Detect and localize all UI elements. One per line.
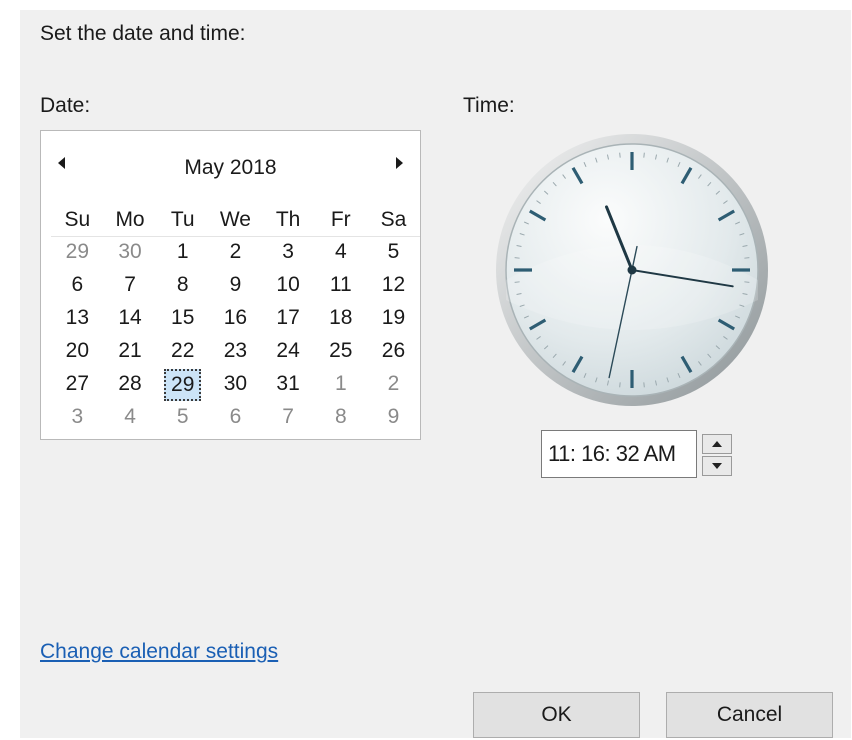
weekday-header: Su bbox=[64, 208, 91, 231]
calendar-week-row: 20 21 22 23 24 25 26 bbox=[51, 335, 420, 367]
minute-tick bbox=[619, 152, 621, 158]
analog-clock bbox=[496, 134, 768, 406]
calendar-day[interactable]: 19 bbox=[367, 302, 420, 334]
weekday-header: Mo bbox=[115, 208, 145, 231]
calendar-day[interactable]: 17 bbox=[262, 302, 315, 334]
weekday-header: Fr bbox=[330, 208, 351, 231]
calendar-day[interactable]: 25 bbox=[314, 335, 367, 367]
ok-button[interactable]: OK bbox=[473, 692, 640, 738]
weekday-header: Th bbox=[275, 208, 301, 231]
calendar-day[interactable]: 3 bbox=[262, 236, 315, 268]
calendar-day[interactable]: 5 bbox=[367, 236, 420, 268]
calendar-day[interactable]: 23 bbox=[209, 335, 262, 367]
calendar-week-row: 29 30 1 2 3 4 5 bbox=[51, 236, 420, 268]
calendar-day[interactable]: 16 bbox=[209, 302, 262, 334]
minute-tick bbox=[643, 382, 645, 388]
calendar-day[interactable]: 21 bbox=[104, 335, 157, 367]
calendar-day[interactable]: 9 bbox=[367, 401, 420, 433]
time-decrease-button[interactable] bbox=[702, 456, 732, 476]
calendar-day[interactable]: 5 bbox=[156, 401, 209, 433]
calendar-day[interactable]: 8 bbox=[156, 269, 209, 301]
calendar-day[interactable]: 20 bbox=[51, 335, 104, 367]
calendar-day[interactable]: 30 bbox=[104, 236, 157, 268]
change-calendar-settings-link[interactable]: Change calendar settings bbox=[40, 640, 278, 664]
calendar-day[interactable]: 4 bbox=[104, 401, 157, 433]
dialog-heading: Set the date and time: bbox=[40, 22, 246, 45]
weekday-header-row: Su Mo Tu We Th Fr Sa bbox=[51, 204, 420, 237]
date-time-dialog: Set the date and time: Date: Time: May 2… bbox=[20, 10, 851, 738]
clock-center bbox=[627, 265, 637, 275]
time-increase-button[interactable] bbox=[702, 434, 732, 454]
down-arrow-icon bbox=[712, 463, 722, 469]
minute-tick bbox=[744, 281, 750, 283]
calendar-header: May 2018 bbox=[41, 131, 420, 191]
calendar-day[interactable]: 31 bbox=[262, 368, 315, 402]
calendar-day[interactable]: 2 bbox=[209, 236, 262, 268]
calendar-day[interactable]: 7 bbox=[104, 269, 157, 301]
calendar-week-row: 3456789 bbox=[51, 401, 420, 433]
calendar-day[interactable]: 7 bbox=[262, 401, 315, 433]
calendar-day[interactable]: 18 bbox=[314, 302, 367, 334]
calendar-day[interactable]: 24 bbox=[262, 335, 315, 367]
calendar-day[interactable]: 29 bbox=[51, 236, 104, 268]
calendar-week-row: 27 28 29 30 31 1 2 bbox=[51, 368, 420, 402]
weekday-header: Tu bbox=[170, 208, 195, 231]
minute-tick bbox=[643, 152, 645, 158]
minute-tick bbox=[619, 382, 621, 388]
calendar-week-row: 6 7 8 9 10 11 12 bbox=[51, 269, 420, 301]
month-title[interactable]: May 2018 bbox=[41, 156, 420, 180]
minute-tick bbox=[744, 257, 750, 259]
calendar-day[interactable]: 22 bbox=[156, 335, 209, 367]
calendar-day[interactable]: 1 bbox=[156, 236, 209, 268]
weekday-header: Sa bbox=[380, 208, 407, 231]
calendar-day[interactable]: 28 bbox=[104, 368, 157, 402]
minute-tick bbox=[514, 257, 520, 259]
calendar-day[interactable]: 6 bbox=[51, 269, 104, 301]
calendar-day[interactable]: 13 bbox=[51, 302, 104, 334]
calendar-day[interactable]: 12 bbox=[367, 269, 420, 301]
calendar-day[interactable]: 8 bbox=[314, 401, 367, 433]
calendar-day-selected[interactable]: 29 bbox=[164, 369, 202, 401]
calendar-day[interactable]: 4 bbox=[314, 236, 367, 268]
calendar-week-row: 13 14 15 16 17 18 19 bbox=[51, 302, 420, 334]
minute-tick bbox=[514, 281, 520, 283]
calendar-day[interactable]: 1 bbox=[314, 368, 367, 402]
calendar-day[interactable]: 10 bbox=[262, 269, 315, 301]
calendar-day[interactable]: 9 bbox=[209, 269, 262, 301]
up-arrow-icon bbox=[712, 441, 722, 447]
calendar: May 2018 Su Mo Tu We Th Fr Sa 29 30 1 2 3 4 5 6 7 8 9 10 1… bbox=[40, 130, 421, 440]
calendar-day[interactable]: 14 bbox=[104, 302, 157, 334]
calendar-day[interactable]: 26 bbox=[367, 335, 420, 367]
date-label: Date: bbox=[40, 94, 91, 117]
calendar-day[interactable]: 2 bbox=[367, 368, 420, 402]
time-label: Time: bbox=[463, 94, 515, 117]
calendar-day[interactable]: 11 bbox=[314, 269, 367, 301]
weekday-header: We bbox=[219, 208, 251, 231]
calendar-day[interactable]: 6 bbox=[209, 401, 262, 433]
cancel-button[interactable]: Cancel bbox=[666, 692, 833, 738]
calendar-day[interactable]: 30 bbox=[209, 368, 262, 402]
calendar-day[interactable]: 3 bbox=[51, 401, 104, 433]
calendar-day[interactable]: 27 bbox=[51, 368, 104, 402]
calendar-day[interactable]: 15 bbox=[156, 302, 209, 334]
next-month-icon[interactable] bbox=[396, 157, 403, 169]
time-input[interactable]: 11: 16: 32 AM bbox=[541, 430, 697, 478]
